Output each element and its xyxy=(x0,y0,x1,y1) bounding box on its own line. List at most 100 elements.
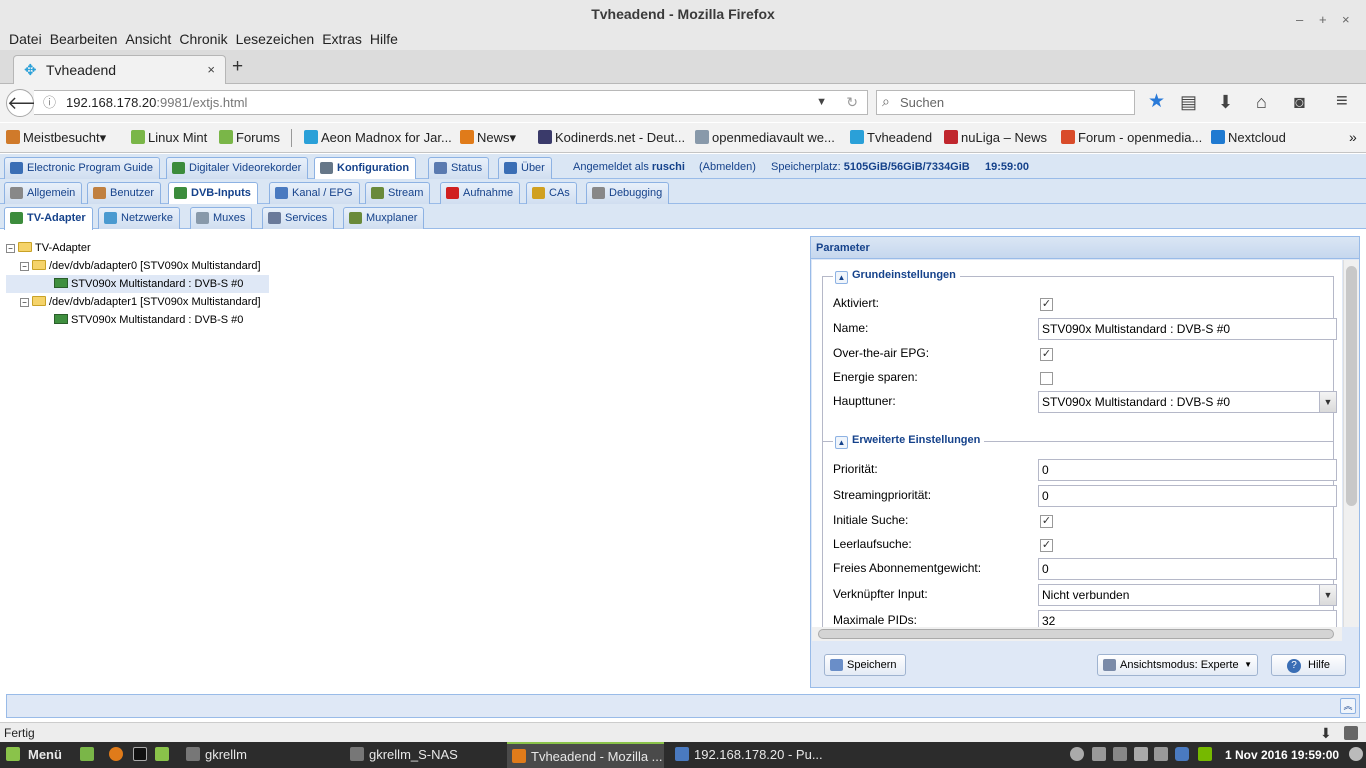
tab-debugging[interactable]: Debugging xyxy=(586,182,670,204)
tree-node[interactable]: − TV-Adapter xyxy=(6,239,91,257)
checkbox-initiale-suche-[interactable]: ✓ xyxy=(1040,515,1053,528)
update-icon[interactable] xyxy=(1154,747,1168,761)
tree-node[interactable]: STV090x Multistandard : DVB-S #0 xyxy=(6,275,269,293)
logout-link[interactable]: (Abmelden) xyxy=(699,161,756,173)
tab-cas[interactable]: CAs xyxy=(526,182,577,204)
search-input[interactable]: ⌕ Suchen xyxy=(876,90,1135,115)
menu-chronik[interactable]: Chronik xyxy=(178,28,234,50)
firefox-launcher-icon[interactable] xyxy=(109,747,123,761)
combo-box[interactable]: STV090x Multistandard : DVB-S #0 ▼ xyxy=(1038,391,1337,413)
menu-datei[interactable]: Datei xyxy=(8,28,49,50)
tree-toggle-icon[interactable]: − xyxy=(20,298,29,307)
taskbar-task[interactable]: 192.168.178.20 - Pu... xyxy=(670,742,830,768)
tree-toggle-icon[interactable]: − xyxy=(20,262,29,271)
bookmark-item[interactable]: Tvheadend xyxy=(850,130,932,145)
text-input[interactable]: 0 xyxy=(1038,558,1337,580)
tab-allgemein[interactable]: Allgemein xyxy=(4,182,83,204)
shield-icon[interactable] xyxy=(1175,747,1189,761)
bookmark-item[interactable]: Aeon Madnox for Jar... xyxy=(304,130,452,145)
view-mode-button[interactable]: Ansichtsmodus: Experte ▼ xyxy=(1097,654,1258,676)
menu-lesezeichen[interactable]: Lesezeichen xyxy=(235,28,322,50)
save-button[interactable]: Speichern xyxy=(824,654,906,676)
nvidia-icon[interactable] xyxy=(1198,747,1212,761)
terminal-launcher-icon[interactable] xyxy=(133,747,147,761)
tab-muxes[interactable]: Muxes xyxy=(190,207,253,229)
help-button[interactable]: ? Hilfe xyxy=(1271,654,1346,676)
reading-list-icon[interactable]: ▤ xyxy=(1180,93,1197,111)
tree-node[interactable]: − /dev/dvb/adapter0 [STV090x Multistandar… xyxy=(20,257,261,275)
checkbox-over-the-air-epg-[interactable]: ✓ xyxy=(1040,348,1053,361)
collapse-up-icon[interactable]: ︽ xyxy=(1340,698,1356,714)
bookmark-item[interactable]: Kodinerds.net - Deut... xyxy=(538,130,685,145)
bookmark-item[interactable]: News▾ xyxy=(460,130,516,146)
keyboard-icon[interactable] xyxy=(1092,747,1106,761)
bookmark-item[interactable]: Linux Mint xyxy=(131,130,207,145)
tree-toggle-icon[interactable]: − xyxy=(6,244,15,253)
tree-node[interactable]: − /dev/dvb/adapter1 [STV090x Multistandar… xyxy=(20,293,261,311)
url-bar[interactable]: ⓘ 192.168.178.20:9981/extjs.html ▼ ↻ xyxy=(34,90,868,115)
home-icon[interactable]: ⌂ xyxy=(1256,93,1267,111)
menu-ansicht[interactable]: Ansicht xyxy=(124,28,178,50)
taskbar-task[interactable]: gkrellm_S-NAS xyxy=(345,742,503,768)
bookmark-item[interactable]: openmediavault we... xyxy=(695,130,835,145)
tab-dvb-inputs[interactable]: DVB-Inputs xyxy=(168,182,258,205)
bookmark-item[interactable]: Forum - openmedia... xyxy=(1061,130,1202,145)
checkbox-aktiviert-[interactable]: ✓ xyxy=(1040,298,1053,311)
tab-tv-adapter[interactable]: TV-Adapter xyxy=(4,207,93,230)
bookmark-item[interactable]: Forums xyxy=(219,130,280,145)
collapse-icon[interactable]: ▲ xyxy=(835,271,848,284)
download-icon[interactable]: ⬇ xyxy=(1218,93,1233,111)
tab-aufnahme[interactable]: Aufnahme xyxy=(440,182,521,204)
reload-icon[interactable]: ↻ xyxy=(846,91,858,114)
pen-icon[interactable] xyxy=(1113,747,1127,761)
addon-icon[interactable] xyxy=(1344,726,1358,740)
tab-benutzer[interactable]: Benutzer xyxy=(87,182,162,204)
combo-box[interactable]: Nicht verbunden ▼ xyxy=(1038,584,1337,606)
info-icon[interactable]: ⓘ xyxy=(43,91,56,114)
menu-hilfe[interactable]: Hilfe xyxy=(369,28,405,50)
menu-bearbeiten[interactable]: Bearbeiten xyxy=(49,28,125,50)
tab-services[interactable]: Services xyxy=(262,207,335,229)
tab-netzwerke[interactable]: Netzwerke xyxy=(98,207,180,229)
user-icon[interactable] xyxy=(1070,747,1084,761)
tab-electronic-program-guide[interactable]: Electronic Program Guide xyxy=(4,157,160,179)
bookmark-item[interactable]: Nextcloud xyxy=(1211,130,1286,145)
files-launcher-icon[interactable] xyxy=(155,747,169,761)
text-input[interactable]: 32 xyxy=(1038,610,1337,627)
collapse-icon[interactable]: ▲ xyxy=(835,436,848,449)
tab-muxplaner[interactable]: Muxplaner xyxy=(343,207,425,229)
tab-konfiguration[interactable]: Konfiguration xyxy=(314,157,417,180)
bookmark-item[interactable]: Meistbesucht▾ xyxy=(6,130,106,146)
checkbox-leerlaufsuche-[interactable]: ✓ xyxy=(1040,539,1053,552)
hamburger-menu-icon[interactable]: ≡ xyxy=(1336,91,1348,111)
taskbar-task[interactable]: gkrellm xyxy=(181,742,341,768)
horizontal-scrollbar[interactable] xyxy=(812,627,1342,641)
text-input[interactable]: STV090x Multistandard : DVB-S #0 xyxy=(1038,318,1337,340)
bookmark-star-icon[interactable]: ★ xyxy=(1148,92,1165,111)
tab-stream[interactable]: Stream xyxy=(365,182,431,204)
tab-kanal-epg[interactable]: Kanal / EPG xyxy=(269,182,360,204)
back-button[interactable]: 🡐 xyxy=(6,89,55,117)
pocket-icon[interactable]: ◙ xyxy=(1294,93,1305,111)
new-tab-button[interactable]: + xyxy=(232,57,243,77)
show-desktop-icon[interactable] xyxy=(80,747,94,761)
scroll-thumb[interactable] xyxy=(1346,266,1357,506)
bookmarks-overflow-icon[interactable]: » xyxy=(1349,129,1357,145)
clipboard-icon[interactable] xyxy=(1134,747,1148,761)
tab-über[interactable]: Über xyxy=(498,157,552,179)
text-input[interactable]: 0 xyxy=(1038,485,1337,507)
tab-status[interactable]: Status xyxy=(428,157,490,179)
taskbar-task[interactable]: Tvheadend - Mozilla ... xyxy=(507,742,664,768)
close-tab-icon[interactable]: × xyxy=(207,56,215,84)
vertical-scrollbar[interactable] xyxy=(1343,260,1359,627)
download-arrow-icon[interactable]: ⬇ xyxy=(1320,723,1332,743)
start-menu-button[interactable]: Menü xyxy=(0,742,72,768)
text-input[interactable]: 0 xyxy=(1038,459,1337,481)
menu-extras[interactable]: Extras xyxy=(321,28,369,50)
dropdown-arrow-icon[interactable]: ▼ xyxy=(1319,392,1336,412)
browser-tab-tvheadend[interactable]: ✥ Tvheadend × xyxy=(13,55,226,85)
scroll-thumb[interactable] xyxy=(818,629,1334,639)
power-icon[interactable] xyxy=(1349,747,1363,761)
bookmark-item[interactable]: nuLiga – News xyxy=(944,130,1047,145)
tree-node[interactable]: STV090x Multistandard : DVB-S #0 xyxy=(6,311,269,329)
